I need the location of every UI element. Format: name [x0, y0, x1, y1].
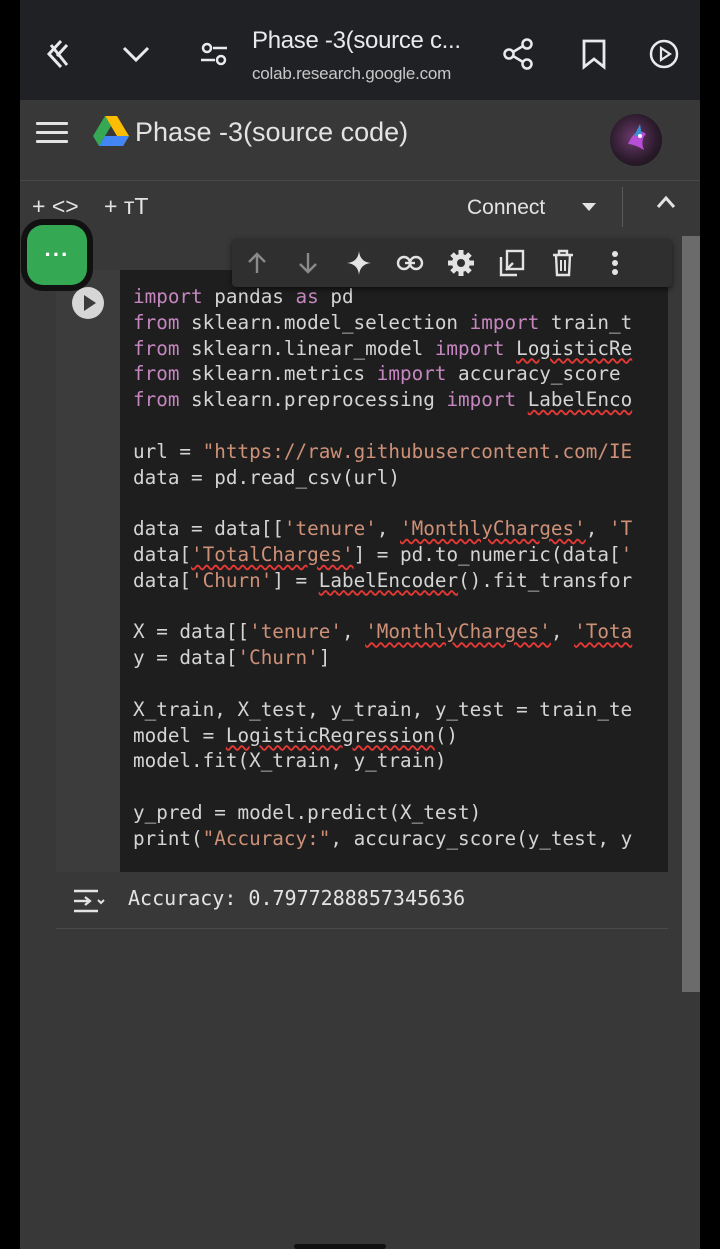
code-token: as: [295, 285, 319, 308]
code-line: print("Accuracy:", accuracy_score(y_test…: [133, 826, 633, 850]
run-cell-button[interactable]: [72, 287, 104, 319]
output-text: Accuracy: 0.7977288857345636: [128, 886, 466, 910]
code-token: LogisticRe: [516, 336, 633, 360]
screen: Phase -3(source c... colab.research.goog…: [20, 0, 700, 1249]
code-token: import: [446, 388, 517, 412]
collapse-toolbar-icon[interactable]: [656, 195, 676, 215]
code-token: 'tenure': [249, 620, 342, 644]
back-icon[interactable]: [34, 30, 82, 78]
share-icon[interactable]: [494, 30, 542, 78]
code-line: url = "https://raw.githubusercontent.com…: [133, 439, 633, 463]
more-vert-icon[interactable]: [600, 248, 630, 278]
mirror-cell-icon[interactable]: [497, 248, 527, 278]
trash-icon[interactable]: [548, 248, 578, 278]
drive-logo-icon: [92, 114, 130, 153]
code-line: model = LogisticRegression(): [133, 723, 459, 747]
output-toggle-icon[interactable]: [72, 888, 105, 913]
code-line: model.fit(X_train, y_train): [133, 749, 447, 773]
code-token: 'T: [608, 517, 633, 541]
code-token: import: [469, 310, 540, 334]
code-token: from: [133, 362, 180, 386]
code-token: LabelEnco: [527, 388, 633, 412]
link-icon[interactable]: [395, 248, 425, 278]
code-line: from sklearn.model_selection import trai…: [133, 310, 633, 334]
cell-gutter: [56, 270, 120, 872]
colab-header: Phase -3(source code): [20, 100, 700, 181]
code-token: "https://raw.githubusercontent.com/IE: [202, 439, 633, 463]
code-line: from sklearn.metrics import accuracy_sco…: [133, 362, 621, 386]
code-token: ': [620, 542, 633, 566]
code-line: import pandas as pd: [133, 285, 354, 308]
menu-icon[interactable]: [36, 122, 68, 146]
notebook-title[interactable]: Phase -3(source code): [135, 117, 408, 148]
code-token: 'Churn': [237, 646, 319, 670]
browser-bar: Phase -3(source c... colab.research.goog…: [20, 0, 700, 100]
arrow-down-icon[interactable]: [293, 248, 323, 278]
code-token: from: [133, 388, 180, 412]
code-token: 'MonthlyCharges': [400, 517, 586, 541]
code-token: LogisticRegression: [225, 723, 435, 747]
scrollbar[interactable]: [682, 236, 700, 992]
add-text-button[interactable]: + ᴛT: [104, 193, 148, 220]
code-line: X = data[['tenure', 'MonthlyCharges', 'T…: [133, 620, 633, 644]
cell-output: Accuracy: 0.7977288857345636: [56, 872, 668, 929]
home-indicator: [294, 1244, 386, 1249]
site-settings-icon[interactable]: [190, 30, 238, 78]
code-editor[interactable]: import pandas as pd from sklearn.model_s…: [120, 270, 668, 872]
cell-toolbar: [232, 239, 672, 287]
floating-chat-button[interactable]: ···: [27, 225, 87, 285]
code-token: from: [133, 310, 180, 334]
code-token: "Accuracy:": [202, 826, 331, 850]
code-token: 'Tota: [574, 620, 633, 644]
gear-icon[interactable]: [446, 248, 476, 278]
notebook-toolbar: + <> + ᴛT Connect: [20, 181, 700, 235]
code-token: import: [376, 362, 447, 386]
play-circle-icon[interactable]: [640, 30, 688, 78]
code-token: 'MonthlyCharges': [365, 620, 551, 644]
code-line: data['Churn'] = LabelEncoder().fit_trans…: [133, 568, 633, 592]
code-line: from sklearn.preprocessing import LabelE…: [133, 388, 633, 412]
code-line: y_pred = model.predict(X_test): [133, 800, 482, 824]
toolbar-divider: [622, 187, 623, 227]
code-line: X_train, X_test, y_train, y_test = train…: [133, 697, 633, 721]
code-line: data = pd.read_csv(url): [133, 465, 400, 489]
code-token: from: [133, 336, 180, 360]
code-line: from sklearn.linear_model import Logisti…: [133, 336, 633, 360]
code-token: 'Churn': [191, 568, 273, 592]
connect-dropdown-icon[interactable]: [582, 203, 596, 211]
code-line: data['TotalCharges'] = pd.to_numeric(dat…: [133, 542, 633, 566]
avatar[interactable]: [610, 114, 662, 166]
code-line: data = data[['tenure', 'MonthlyCharges',…: [133, 517, 633, 541]
code-token: LabelEncoder: [318, 568, 459, 592]
sparkle-icon[interactable]: [344, 248, 374, 278]
code-line: y = data['Churn']: [133, 646, 331, 670]
code-token: 'tenure': [283, 517, 377, 541]
code-text[interactable]: import pandas as pd from sklearn.model_s…: [133, 284, 632, 852]
browser-page-title[interactable]: Phase -3(source c...: [252, 27, 461, 55]
add-code-button[interactable]: + <>: [32, 193, 79, 220]
code-token: import: [133, 285, 203, 308]
connect-button[interactable]: Connect: [467, 196, 545, 220]
code-token: import: [434, 336, 505, 360]
browser-url[interactable]: colab.research.google.com: [252, 64, 451, 84]
chevron-down-icon[interactable]: [112, 30, 160, 78]
bookmark-icon[interactable]: [570, 30, 618, 78]
arrow-up-icon[interactable]: [242, 248, 272, 278]
code-token: 'TotalCharges': [191, 542, 354, 566]
